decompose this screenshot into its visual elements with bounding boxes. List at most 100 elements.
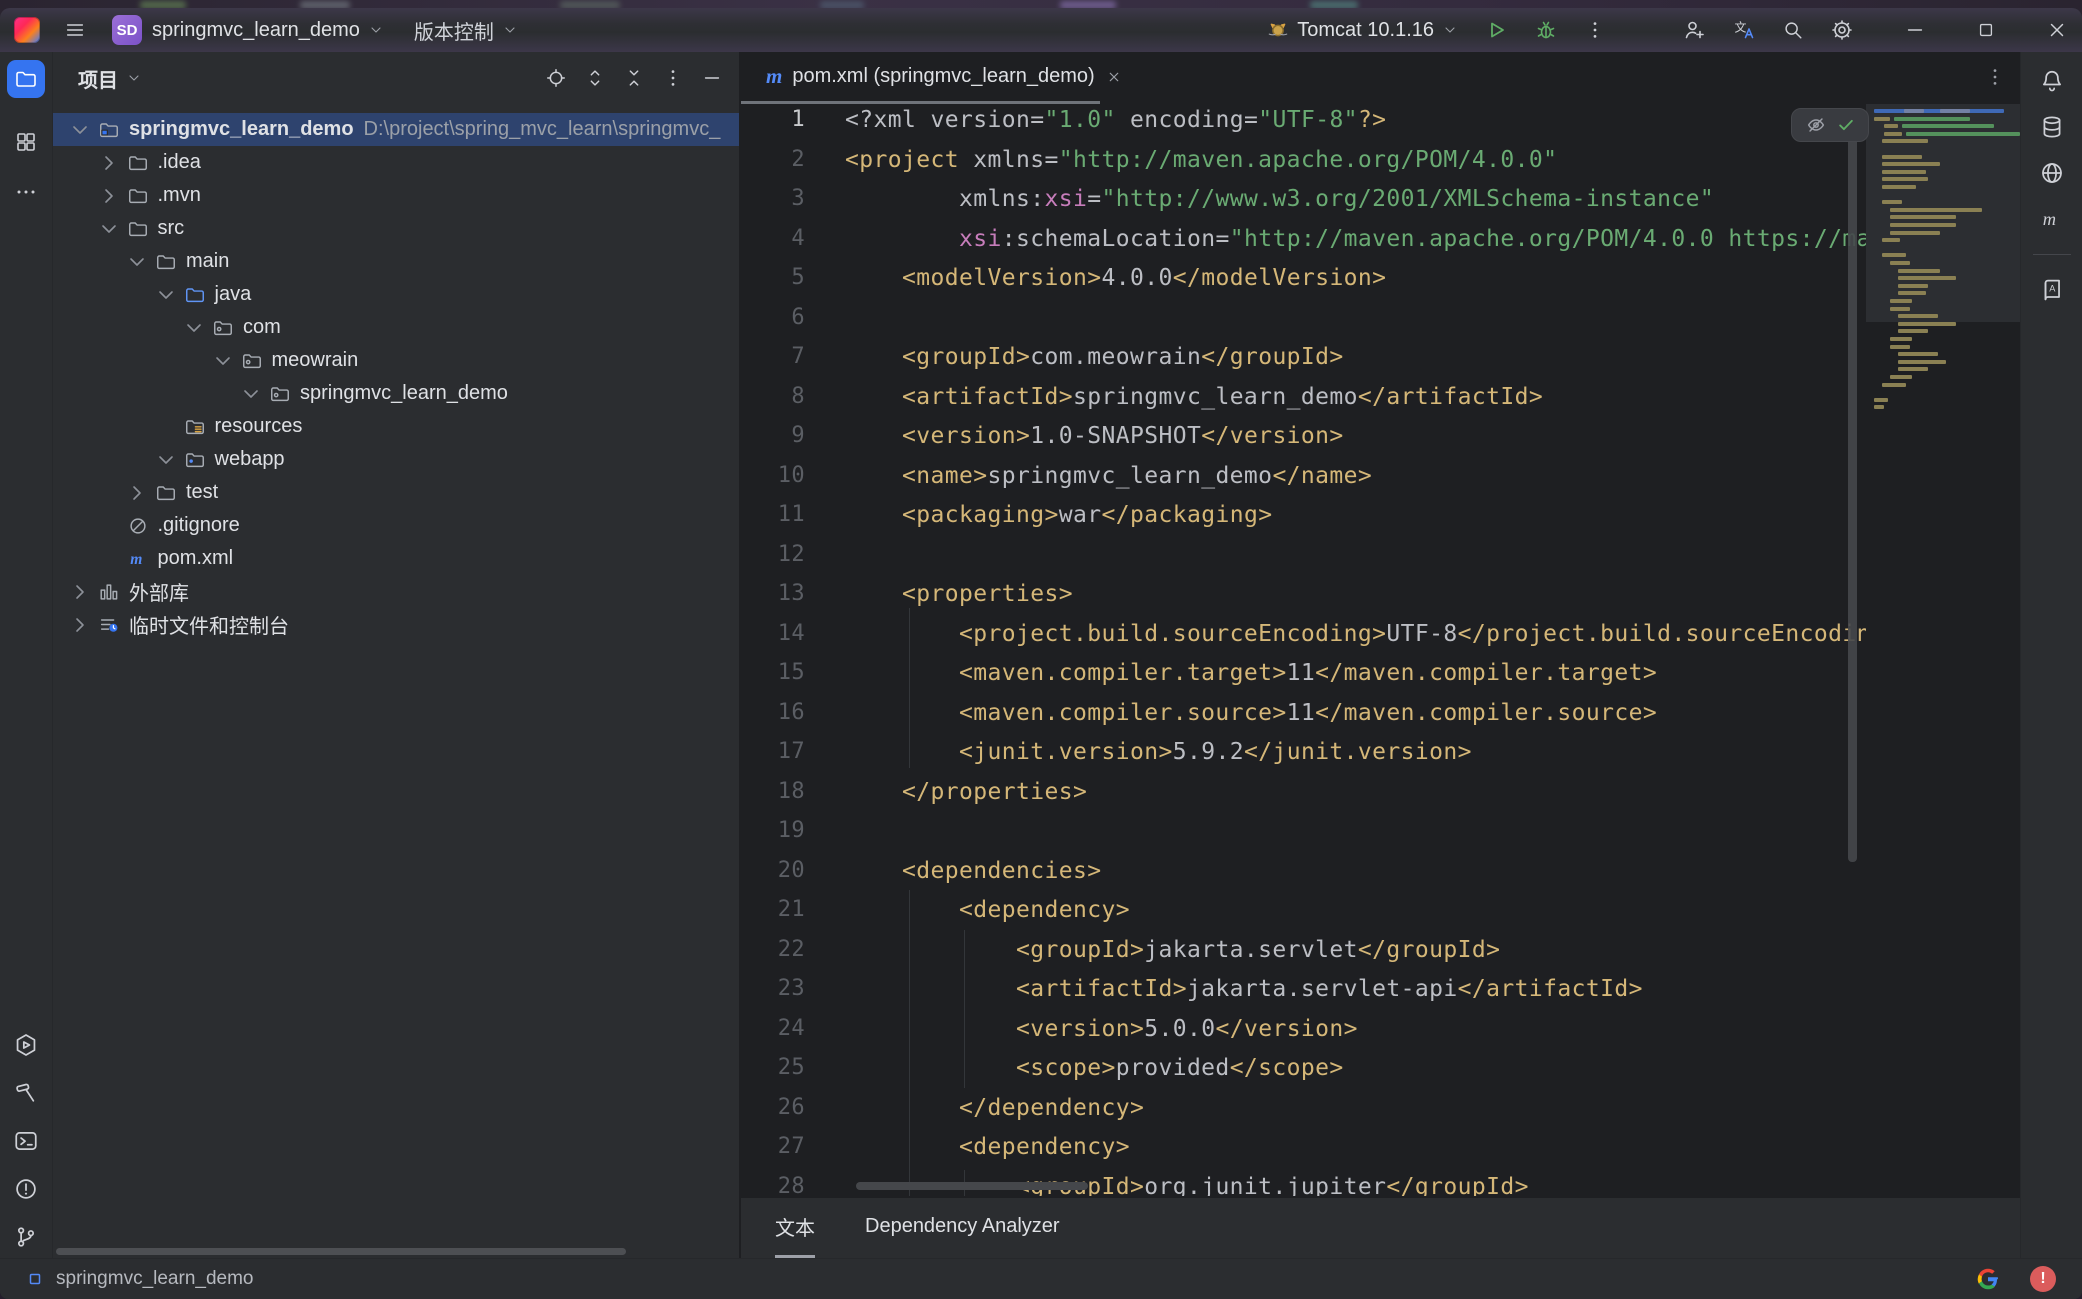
chevron-down-icon[interactable] <box>239 382 263 406</box>
chevron-down-icon[interactable] <box>368 22 384 38</box>
status-project-widget[interactable]: springmvc_learn_demo <box>26 1268 254 1290</box>
code-line[interactable]: 22 <groupId>jakarta.servlet</groupId> <box>741 930 2020 970</box>
code-line[interactable]: 11 <packaging>war</packaging> <box>741 495 2020 535</box>
search-icon[interactable] <box>1782 19 1804 41</box>
notifications-bell-icon[interactable] <box>2039 68 2065 94</box>
chevron-down-icon[interactable] <box>182 316 206 340</box>
chevron-down-icon[interactable] <box>97 217 121 241</box>
code-line[interactable]: 25 <scope>provided</scope> <box>741 1048 2020 1088</box>
tree-item-resources[interactable]: resources <box>52 410 739 443</box>
maven-icon[interactable]: m <box>2039 206 2065 232</box>
line-number[interactable]: 22 <box>741 930 845 970</box>
line-number[interactable]: 12 <box>741 535 845 575</box>
hamburger-menu-icon[interactable] <box>64 19 86 41</box>
tab-text[interactable]: 文本 <box>775 1198 815 1258</box>
tree-item-springmvc_learn_demo[interactable]: springmvc_learn_demo <box>52 377 739 410</box>
code-line[interactable]: 7 <groupId>com.meowrain</groupId> <box>741 337 2020 377</box>
line-number[interactable]: 15 <box>741 653 845 693</box>
database-icon[interactable] <box>2039 114 2065 140</box>
tool-window-build[interactable] <box>0 1080 52 1106</box>
tree-item-com[interactable]: com <box>52 311 739 344</box>
code-editor[interactable]: 1<?xml version="1.0" encoding="UTF-8"?>2… <box>741 104 2020 1196</box>
tool-window-version-control[interactable] <box>0 1224 52 1250</box>
tree-item--[interactable]: 临时文件和控制台 <box>52 608 739 641</box>
code-line[interactable]: 4 xsi:schemaLocation="http://maven.apach… <box>741 219 2020 259</box>
panel-editor-divider[interactable] <box>739 52 741 1258</box>
tree-item-meowrain[interactable]: meowrain <box>52 344 739 377</box>
editor-tab-pom[interactable]: m pom.xml (springmvc_learn_demo) <box>750 52 1139 101</box>
line-number[interactable]: 21 <box>741 890 845 930</box>
close-button[interactable] <box>2046 19 2068 41</box>
code-line[interactable]: 13 <properties> <box>741 574 2020 614</box>
line-number[interactable]: 24 <box>741 1009 845 1049</box>
line-number[interactable]: 17 <box>741 732 845 772</box>
line-number[interactable]: 26 <box>741 1088 845 1128</box>
chevron-down-icon[interactable] <box>211 349 235 373</box>
debug-button[interactable] <box>1534 18 1558 42</box>
tab-dependency-analyzer[interactable]: Dependency Analyzer <box>865 1198 1060 1258</box>
run-configuration[interactable]: Tomcat 10.1.16 <box>1297 19 1434 42</box>
chevron-right-icon[interactable] <box>97 184 121 208</box>
tool-window-problems[interactable] <box>0 1176 52 1202</box>
minimap-viewport[interactable] <box>1866 104 2020 322</box>
code-line[interactable]: 6 <box>741 298 2020 338</box>
code-line[interactable]: 9 <version>1.0-SNAPSHOT</version> <box>741 416 2020 456</box>
chevron-right-icon[interactable] <box>125 481 149 505</box>
line-number[interactable]: 3 <box>741 179 845 219</box>
tree-item-pom.xml[interactable]: mpom.xml <box>52 542 739 575</box>
line-number[interactable]: 9 <box>741 416 845 456</box>
tree-item-.idea[interactable]: .idea <box>52 146 739 179</box>
code-line[interactable]: 3 xmlns:xsi="http://www.w3.org/2001/XMLS… <box>741 179 2020 219</box>
tree-item-springmvc_learn_demo[interactable]: springmvc_learn_demoD:\project\spring_mv… <box>52 113 739 146</box>
editor-horizontal-scrollbar[interactable] <box>856 1182 1088 1190</box>
endpoints-globe-icon[interactable] <box>2039 160 2065 186</box>
inspections-widget[interactable] <box>1791 108 1869 142</box>
code-line[interactable]: 23 <artifactId>jakarta.servlet-api</arti… <box>741 969 2020 1009</box>
chevron-down-icon[interactable] <box>68 118 92 142</box>
line-number[interactable]: 8 <box>741 377 845 417</box>
tree-item-test[interactable]: test <box>52 476 739 509</box>
code-line[interactable]: 10 <name>springmvc_learn_demo</name> <box>741 456 2020 496</box>
tool-window-services[interactable] <box>0 1032 52 1058</box>
chevron-right-icon[interactable] <box>97 151 121 175</box>
translate-icon[interactable]: 文 <box>1732 18 1756 42</box>
code-line[interactable]: 20 <dependencies> <box>741 851 2020 891</box>
chevron-down-icon[interactable] <box>154 448 178 472</box>
code-line[interactable]: 21 <dependency> <box>741 890 2020 930</box>
code-line[interactable]: 26 </dependency> <box>741 1088 2020 1128</box>
chevron-down-icon[interactable] <box>125 250 149 274</box>
line-number[interactable]: 13 <box>741 574 845 614</box>
code-line[interactable]: 17 <junit.version>5.9.2</junit.version> <box>741 732 2020 772</box>
tree-item-.gitignore[interactable]: .gitignore <box>52 509 739 542</box>
editor-vertical-scrollbar[interactable] <box>1848 114 1857 862</box>
error-notification-icon[interactable]: ! <box>2030 1266 2056 1292</box>
more-tool-windows[interactable] <box>0 180 52 204</box>
code-line[interactable]: 27 <dependency> <box>741 1127 2020 1167</box>
documentation-book-icon[interactable]: A <box>2039 277 2065 303</box>
titlebar-project-name[interactable]: springmvc_learn_demo <box>152 19 360 42</box>
code-line[interactable]: 15 <maven.compiler.target>11</maven.comp… <box>741 653 2020 693</box>
vcs-widget[interactable]: 版本控制 <box>414 16 494 45</box>
line-number[interactable]: 6 <box>741 298 845 338</box>
line-number[interactable]: 1 <box>741 104 845 140</box>
line-number[interactable]: 23 <box>741 969 845 1009</box>
code-line[interactable]: 5 <modelVersion>4.0.0</modelVersion> <box>741 258 2020 298</box>
tree-item-webapp[interactable]: webapp <box>52 443 739 476</box>
line-number[interactable]: 25 <box>741 1048 845 1088</box>
tool-window-project[interactable] <box>0 60 52 98</box>
chevron-right-icon[interactable] <box>68 613 92 637</box>
code-line[interactable]: 19 <box>741 811 2020 851</box>
line-number[interactable]: 27 <box>741 1127 845 1167</box>
run-button[interactable] <box>1484 18 1508 42</box>
editor-options-icon[interactable] <box>1984 66 2006 88</box>
code-line[interactable]: 14 <project.build.sourceEncoding>UTF-8</… <box>741 614 2020 654</box>
minimize-button[interactable] <box>1904 19 1926 41</box>
tool-window-terminal[interactable] <box>0 1128 52 1154</box>
project-panel-horizontal-scrollbar[interactable] <box>56 1248 626 1255</box>
line-number[interactable]: 7 <box>741 337 845 377</box>
tree-item-main[interactable]: main <box>52 245 739 278</box>
tree-item-.mvn[interactable]: .mvn <box>52 179 739 212</box>
code-line[interactable]: 8 <artifactId>springmvc_learn_demo</arti… <box>741 377 2020 417</box>
line-number[interactable]: 5 <box>741 258 845 298</box>
line-number[interactable]: 16 <box>741 693 845 733</box>
